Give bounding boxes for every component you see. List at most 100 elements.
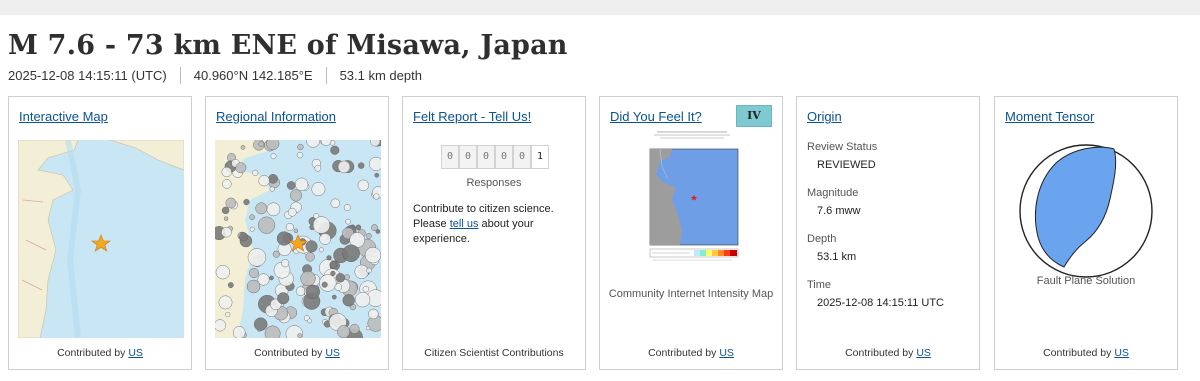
seismicity-circle	[223, 216, 229, 221]
dyfi-card[interactable]: Did You Feel It? IV Community Internet I…	[599, 96, 783, 370]
moment-tensor-card[interactable]: Moment Tensor Fault Plane Solution Contr…	[994, 96, 1178, 370]
time-label: Time	[807, 279, 832, 291]
seismicity-circle	[249, 226, 255, 232]
seismicity-circle	[357, 162, 365, 169]
seismicity-circle	[354, 264, 369, 279]
card-footer: Contributed by US	[57, 347, 143, 359]
top-bar	[0, 0, 1200, 15]
seismicity-circle	[330, 198, 341, 208]
seismicity-circle	[221, 206, 230, 215]
seismicity-circle	[252, 169, 259, 176]
seismicity-circle	[374, 172, 380, 178]
seismicity-circle	[269, 186, 275, 192]
seismicity-circle	[345, 218, 351, 225]
seismicity-circle	[297, 333, 302, 338]
interactive-map-thumbnail[interactable]	[18, 140, 184, 338]
moment-tensor-link[interactable]: Moment Tensor	[1005, 109, 1094, 124]
dyfi-link[interactable]: Did You Feel It?	[610, 109, 702, 124]
seismicity-circle	[277, 292, 290, 305]
counter-digit: 0	[477, 145, 495, 169]
counter-digit: 1	[531, 145, 549, 169]
seismicity-circle	[272, 250, 280, 258]
seismicity-circle	[225, 311, 231, 317]
review-status-value: REVIEWED	[817, 159, 876, 171]
seismicity-circle	[270, 153, 277, 160]
regional-information-card[interactable]: Regional Information Contributed by US	[205, 96, 389, 370]
contributor-link[interactable]: US	[916, 347, 931, 359]
card-footer: Contributed by US	[1043, 347, 1129, 359]
seismicity-circle	[321, 281, 328, 288]
seismicity-circle	[222, 179, 232, 189]
seismicity-circle	[218, 295, 233, 310]
origin-card[interactable]: Origin Review Status REVIEWED Magnitude …	[796, 96, 980, 370]
seismicity-circle	[240, 145, 246, 150]
felt-description: Contribute to citizen science. Please te…	[413, 203, 554, 245]
seismicity-circle	[318, 247, 324, 253]
card-footer: Contributed by US	[254, 347, 340, 359]
felt-report-card[interactable]: Felt Report - Tell Us! 0 0 0 0 0 1 Respo…	[402, 96, 586, 370]
seismicity-circle	[249, 214, 255, 220]
seismicity-circle	[255, 202, 268, 215]
contributor-link[interactable]: US	[325, 347, 340, 359]
seismicity-circle	[239, 232, 249, 242]
intensity-map-thumbnail[interactable]	[642, 127, 742, 268]
regional-information-link[interactable]: Regional Information	[216, 109, 336, 124]
depth-label: Depth	[807, 233, 837, 245]
seismicity-circle	[329, 260, 338, 269]
seismicity-circle	[366, 267, 372, 274]
seismicity-circle	[344, 274, 351, 281]
event-coordinates: 40.960°N 142.185°E	[193, 67, 313, 83]
card-footer: Citizen Scientist Contributions	[424, 347, 564, 359]
contributor-link[interactable]: US	[1114, 347, 1129, 359]
seismicity-circle	[287, 207, 297, 217]
contributor-link[interactable]: US	[719, 347, 734, 359]
seismicity-circle	[247, 248, 266, 267]
interactive-map-link[interactable]: Interactive Map	[19, 109, 108, 124]
review-status-label: Review Status	[807, 141, 878, 153]
seismicity-circle	[342, 244, 360, 263]
tell-us-link[interactable]: tell us	[450, 218, 479, 230]
seismicity-circle	[294, 177, 309, 191]
seismicity-circle	[257, 273, 270, 286]
seismicity-circle	[295, 286, 306, 296]
interactive-map-card[interactable]: Interactive Map Contributed by US	[8, 96, 192, 370]
seismicity-circle	[368, 308, 379, 320]
seismicity-circle	[258, 216, 276, 234]
seismicity-circle	[373, 193, 380, 200]
beachball-icon[interactable]	[1014, 139, 1158, 283]
seismicity-circle	[355, 292, 371, 308]
seismicity-circle	[364, 247, 381, 264]
responses-label: Responses	[466, 177, 522, 189]
counter-digit: 0	[441, 145, 459, 169]
seismicity-circle	[312, 216, 331, 234]
seismicity-circle	[311, 182, 326, 196]
seismicity-circle	[357, 179, 369, 191]
seismicity-circle	[268, 174, 278, 184]
page-title: M 7.6 - 73 km ENE of Misawa, Japan	[8, 30, 568, 61]
origin-link[interactable]: Origin	[807, 109, 842, 124]
seismicity-circle	[330, 145, 340, 155]
magnitude-label: Magnitude	[807, 187, 859, 199]
regional-map-thumbnail[interactable]	[215, 140, 381, 338]
contributor-link[interactable]: US	[128, 347, 143, 359]
seismicity-circle	[249, 267, 260, 278]
felt-report-link[interactable]: Felt Report - Tell Us!	[413, 109, 531, 124]
counter-digit: 0	[513, 145, 531, 169]
seismicity-circle	[232, 326, 246, 338]
seismicity-circle	[335, 273, 346, 283]
seismicity-circle	[319, 274, 337, 292]
seismicity-circle	[314, 164, 322, 172]
seismicity-circle	[369, 156, 381, 171]
seismicity-circle	[221, 226, 232, 238]
card-footer: Contributed by US	[845, 347, 931, 359]
seismicity-circle	[254, 317, 268, 331]
magnitude-value: 7.6 mww	[817, 205, 861, 217]
seismicity-circle	[307, 318, 312, 324]
time-value: 2025-12-08 14:15:11 UTC	[817, 297, 944, 309]
seismicity-circle	[300, 270, 316, 287]
seismicity-circle	[243, 198, 250, 206]
seismicity-circle	[365, 233, 372, 239]
seismicity-circle	[355, 224, 362, 231]
seismicity-circle	[337, 325, 351, 338]
seismicity-circle	[305, 252, 315, 262]
